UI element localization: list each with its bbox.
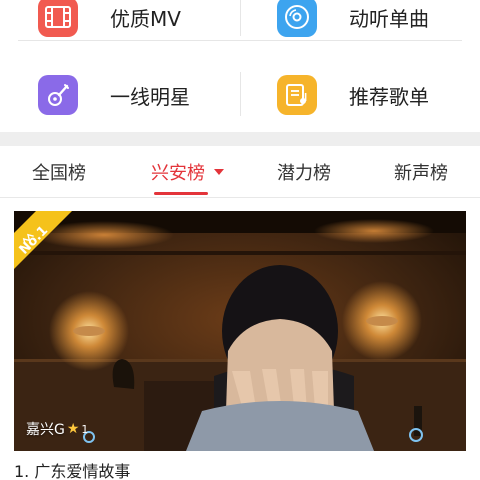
quick-menu: 优质MV 动听单曲 一线明星 推荐歌单	[0, 0, 480, 130]
star-level: 1	[81, 422, 89, 436]
caret-down-icon	[214, 169, 224, 175]
tab-potential-chart[interactable]: 潜力榜	[277, 146, 331, 198]
tab-label: 全国榜	[32, 163, 86, 184]
active-tab-indicator	[154, 192, 208, 195]
menu-item-recommended-playlists[interactable]: 推荐歌单	[277, 62, 429, 128]
tab-new-voice-chart[interactable]: 新声榜	[394, 146, 448, 198]
video-thumbnail	[14, 211, 466, 451]
guitar-icon	[38, 75, 78, 115]
tab-national-chart[interactable]: 全国榜	[32, 146, 86, 198]
artist-name: 嘉兴G	[26, 422, 65, 438]
disc-icon	[277, 0, 317, 37]
tab-xingan-chart[interactable]: 兴安榜	[151, 146, 224, 198]
row-divider	[18, 40, 462, 41]
menu-item-quality-mv[interactable]: 优质MV	[38, 0, 181, 50]
artist-info: 嘉兴G ★ 1	[26, 419, 88, 439]
section-spacer	[0, 132, 480, 146]
tab-label: 新声榜	[394, 163, 448, 184]
column-divider	[240, 0, 241, 36]
menu-item-label: 推荐歌单	[349, 84, 429, 109]
menu-item-label: 优质MV	[110, 6, 181, 31]
star-icon: ★	[66, 421, 80, 437]
tab-label: 兴安榜	[151, 163, 205, 184]
chart-tabs: 全国榜 兴安榜 潜力榜 新声榜	[0, 146, 480, 198]
menu-item-label: 一线明星	[110, 84, 190, 109]
menu-item-top-stars[interactable]: 一线明星	[38, 62, 190, 128]
film-icon	[38, 0, 78, 37]
featured-video-card[interactable]: No.1 嘉兴G ★ 1	[14, 211, 466, 451]
song-title[interactable]: 1. 广东爱情故事	[14, 458, 130, 480]
playlist-icon	[277, 75, 317, 115]
tab-label: 潜力榜	[277, 163, 331, 184]
menu-item-label: 动听单曲	[349, 6, 429, 31]
column-divider	[240, 72, 241, 116]
menu-item-singles[interactable]: 动听单曲	[277, 0, 429, 50]
